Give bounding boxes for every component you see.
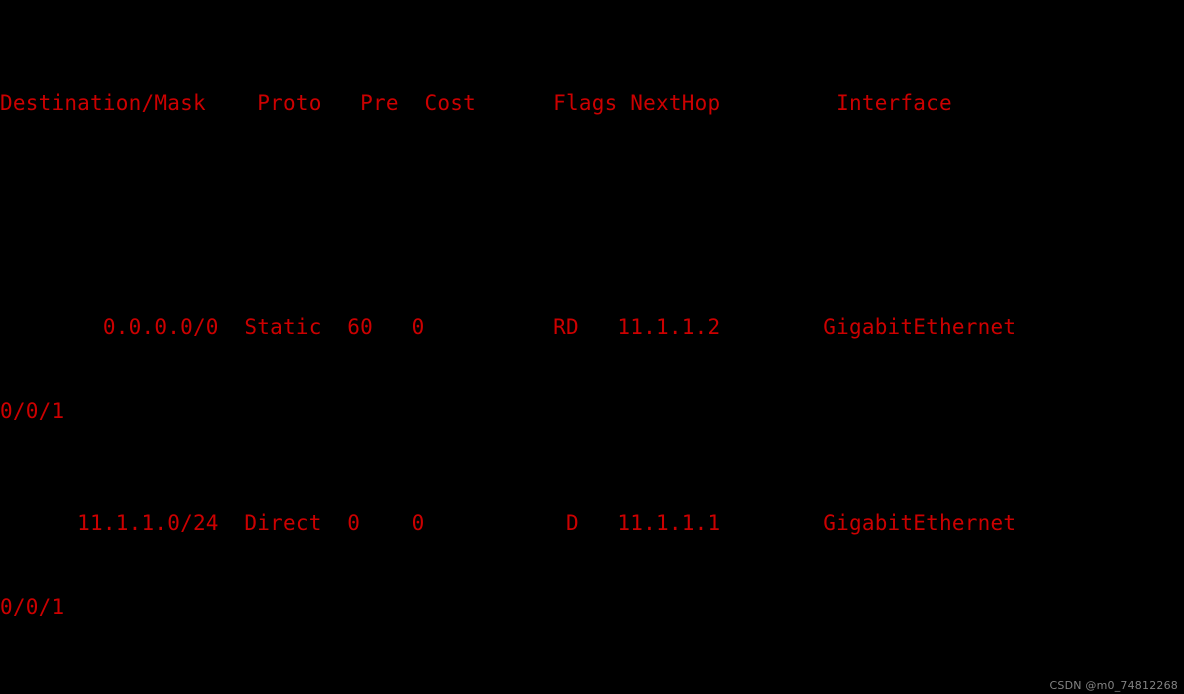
watermark: CSDN @m0_74812268	[1049, 679, 1178, 692]
terminal-window: Destination/Mask Proto Pre Cost Flags Ne…	[0, 0, 1184, 694]
table-row-continuation: 0/0/1	[0, 595, 65, 619]
table-row: 0.0.0.0/0 Static 60 0 RD 11.1.1.2 Gigabi…	[0, 315, 1017, 339]
routing-table-header-row: Destination/Mask Proto Pre Cost Flags Ne…	[0, 91, 952, 115]
table-row-continuation: 0/0/1	[0, 399, 65, 423]
routing-table-output: Destination/Mask Proto Pre Cost Flags Ne…	[0, 5, 1184, 694]
table-row: 11.1.1.0/24 Direct 0 0 D 11.1.1.1 Gigabi…	[0, 511, 1017, 535]
